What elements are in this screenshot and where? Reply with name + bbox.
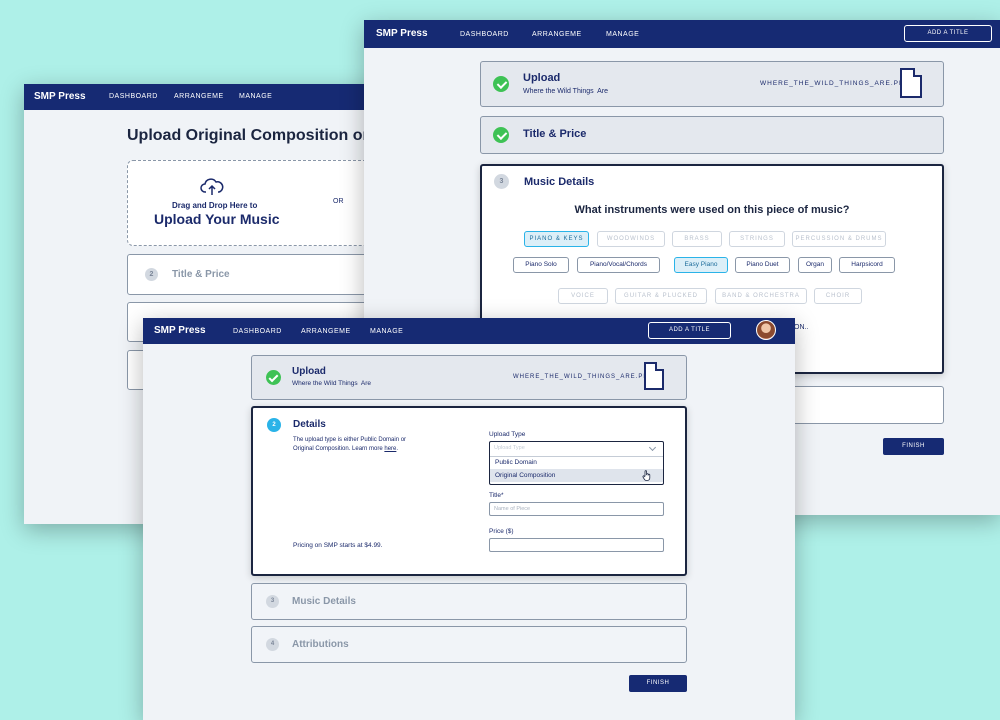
finish-button[interactable]: FINISH bbox=[883, 438, 944, 455]
step-number: 2 bbox=[145, 268, 158, 281]
partial-text: ON.. bbox=[794, 324, 809, 331]
hand-cursor-icon bbox=[642, 470, 651, 481]
step-title: Attributions bbox=[292, 639, 349, 650]
chip-organ[interactable]: Organ bbox=[798, 257, 832, 273]
details-desc-end: . bbox=[396, 446, 399, 452]
details-desc-line2: Original Composition. Learn more bbox=[293, 446, 385, 452]
pricing-note: Pricing on SMP starts at $4.99. bbox=[293, 542, 383, 549]
nav-manage[interactable]: MANAGE bbox=[370, 328, 403, 335]
file-name: WHERE_THE_WILD_THINGS_ARE.PDF bbox=[513, 374, 654, 380]
nav-dashboard[interactable]: DASHBOARD bbox=[109, 93, 158, 100]
step-title: Title & Price bbox=[523, 128, 587, 140]
nav-arrangeme[interactable]: ARRANGEME bbox=[532, 31, 582, 38]
chip-easy-piano[interactable]: Easy Piano bbox=[674, 257, 728, 273]
chip-piano-solo[interactable]: Piano Solo bbox=[513, 257, 569, 273]
step-title-price[interactable]: Title & Price bbox=[480, 116, 944, 154]
nav-manage[interactable]: MANAGE bbox=[239, 93, 272, 100]
file-icon bbox=[644, 362, 664, 390]
price-label: Price ($) bbox=[489, 528, 514, 535]
step-number: 3 bbox=[494, 174, 509, 189]
chip-percussion-drums[interactable]: PERCUSSION & DRUMS bbox=[792, 231, 886, 247]
step-title: Title & Price bbox=[172, 269, 230, 280]
file-name: WHERE_THE_WILD_THINGS_ARE.PDF bbox=[760, 80, 910, 87]
step-details: 2 Details The upload type is either Publ… bbox=[251, 406, 687, 576]
chip-woodwinds[interactable]: WOODWINDS bbox=[597, 231, 665, 247]
step-title: Music Details bbox=[292, 596, 356, 607]
drop-zone[interactable]: Drag and Drop Here to Upload Your Music … bbox=[127, 160, 404, 246]
step-music-details[interactable]: 3 Music Details bbox=[251, 583, 687, 620]
finish-button[interactable]: FINISH bbox=[629, 675, 687, 692]
step-title: Music Details bbox=[524, 176, 595, 188]
chip-harpsicord[interactable]: Harpsicord bbox=[839, 257, 895, 273]
page-title: Upload Original Composition or Pu bbox=[127, 127, 394, 144]
chevron-down-icon bbox=[648, 443, 657, 452]
step-upload[interactable]: Upload Where the Wild Things Are WHERE_T… bbox=[251, 355, 687, 400]
step-number: 2 bbox=[267, 418, 281, 432]
step-attributions[interactable]: 4 Attributions bbox=[251, 626, 687, 663]
nav-dashboard[interactable]: DASHBOARD bbox=[460, 31, 509, 38]
top-nav: SMP Press DASHBOARD ARRANGEME MANAGE ADD… bbox=[143, 318, 795, 344]
step-title: Upload bbox=[292, 366, 326, 377]
instrument-question: What instruments were used on this piece… bbox=[574, 204, 850, 216]
title-placeholder: Name of Piece bbox=[494, 506, 531, 512]
chip-brass[interactable]: BRASS bbox=[672, 231, 722, 247]
top-nav: SMP Press DASHBOARD ARRANGEME MANAGE ADD… bbox=[364, 20, 1000, 48]
nav-dashboard[interactable]: DASHBOARD bbox=[233, 328, 282, 335]
price-input[interactable] bbox=[489, 538, 664, 552]
brand-logo[interactable]: SMP Press bbox=[154, 325, 206, 336]
step-number: 4 bbox=[266, 638, 279, 651]
chip-voice[interactable]: VOICE bbox=[558, 288, 608, 304]
front-window: SMP Press DASHBOARD ARRANGEME MANAGE ADD… bbox=[143, 318, 795, 720]
step-upload[interactable]: Upload Where the Wild Things Are WHERE_T… bbox=[480, 61, 944, 107]
option-original-composition[interactable]: Original Composition bbox=[490, 469, 663, 482]
brand-logo[interactable]: SMP Press bbox=[34, 91, 86, 102]
learn-more-link[interactable]: here bbox=[384, 446, 396, 452]
step-subtitle: Where the Wild Things Are bbox=[523, 88, 609, 95]
upload-music-label: Upload Your Music bbox=[154, 211, 280, 227]
option-public-domain[interactable]: Public Domain bbox=[490, 457, 663, 469]
step-title: Details bbox=[293, 419, 326, 430]
chip-choir[interactable]: CHOIR bbox=[814, 288, 862, 304]
step-subtitle: Where the Wild Things Are bbox=[292, 380, 371, 387]
file-icon bbox=[900, 68, 922, 98]
nav-manage[interactable]: MANAGE bbox=[606, 31, 639, 38]
top-nav: SMP Press DASHBOARD ARRANGEME MANAGE bbox=[24, 84, 404, 110]
brand-logo[interactable]: SMP Press bbox=[376, 28, 428, 39]
check-icon bbox=[493, 127, 509, 143]
details-desc-line1: The upload type is either Public Domain … bbox=[293, 437, 407, 443]
cloud-upload-icon bbox=[200, 178, 224, 195]
title-label: Title* bbox=[489, 492, 504, 499]
drop-hint: Drag and Drop Here to bbox=[172, 201, 258, 210]
details-description: The upload type is either Public Domain … bbox=[293, 436, 453, 454]
add-title-button[interactable]: ADD A TITLE bbox=[648, 322, 731, 339]
chip-guitar-plucked[interactable]: GUITAR & PLUCKED bbox=[615, 288, 707, 304]
title-input[interactable]: Name of Piece bbox=[489, 502, 664, 516]
step-title-price[interactable]: 2 Title & Price bbox=[127, 254, 404, 295]
check-icon bbox=[493, 76, 509, 92]
step-title: Upload bbox=[523, 72, 561, 84]
upload-type-label: Upload Type bbox=[489, 431, 526, 438]
or-label: OR bbox=[333, 198, 344, 205]
chip-strings[interactable]: STRINGS bbox=[729, 231, 785, 247]
add-title-button[interactable]: ADD A TITLE bbox=[904, 25, 992, 42]
upload-type-placeholder: Upload Type bbox=[494, 445, 525, 451]
avatar[interactable] bbox=[756, 320, 776, 340]
chip-band-orchestra[interactable]: BAND & ORCHESTRA bbox=[715, 288, 807, 304]
chip-piano-vocal-chords[interactable]: Piano/Vocal/Chords bbox=[577, 257, 660, 273]
chip-piano-keys[interactable]: PIANO & KEYS bbox=[524, 231, 589, 247]
nav-arrangeme[interactable]: ARRANGEME bbox=[174, 93, 224, 100]
step-number: 3 bbox=[266, 595, 279, 608]
check-icon bbox=[266, 370, 281, 385]
upload-type-select[interactable]: Upload Type Public Domain Original Compo… bbox=[489, 441, 664, 485]
nav-arrangeme[interactable]: ARRANGEME bbox=[301, 328, 351, 335]
chip-piano-duet[interactable]: Piano Duet bbox=[735, 257, 790, 273]
